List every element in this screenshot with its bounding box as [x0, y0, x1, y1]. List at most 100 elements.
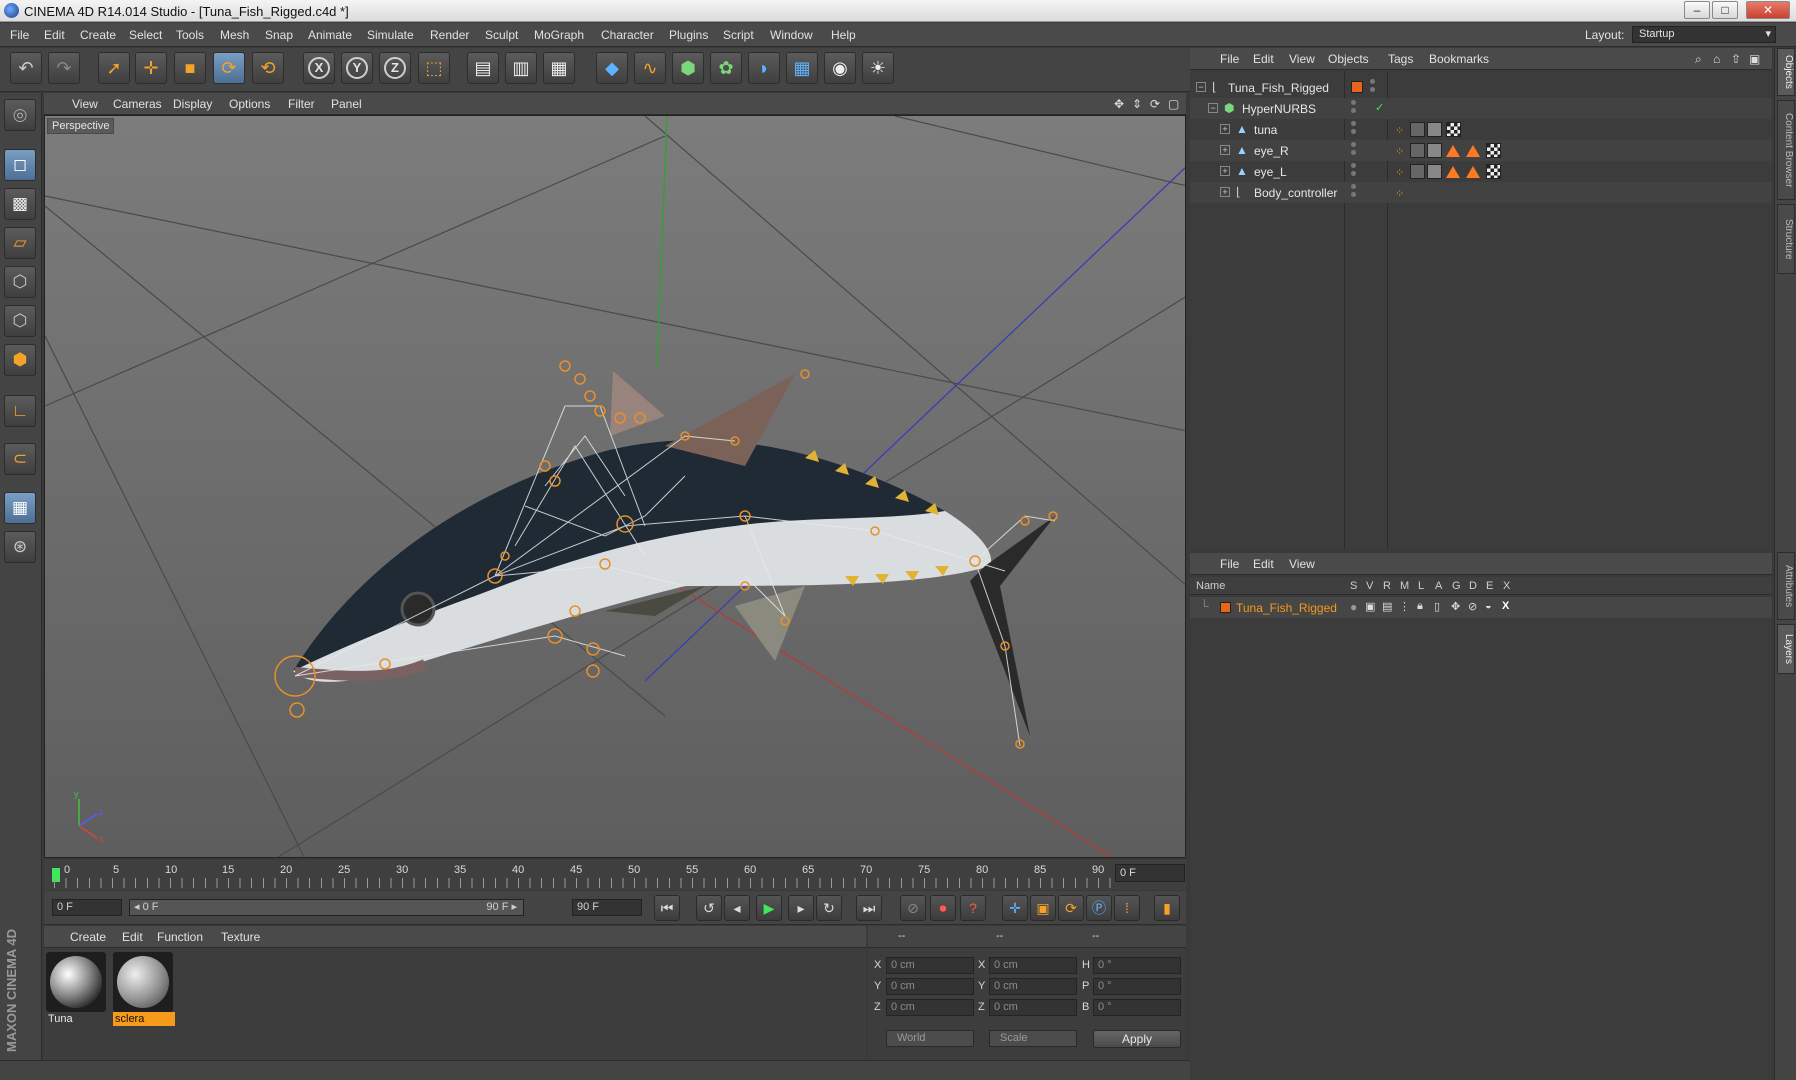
up-arrow-icon[interactable]: ⇧ [1731, 52, 1741, 66]
deformer-icon[interactable]: ◗ [748, 52, 780, 84]
viewport-zoom-icon[interactable]: ⇕ [1132, 97, 1142, 111]
go-to-start-icon[interactable]: ⏮ [654, 895, 680, 921]
menu-simulate[interactable]: Simulate [367, 28, 414, 42]
expand-toggle[interactable]: + [1220, 187, 1230, 197]
record-rotation-icon[interactable]: ⟳ [1058, 895, 1084, 921]
column-xref[interactable]: X [1503, 580, 1510, 592]
column-expressions[interactable]: E [1486, 580, 1493, 592]
om-menu-file[interactable]: File [1220, 52, 1239, 66]
menu-plugins[interactable]: Plugins [669, 28, 708, 42]
camera-icon[interactable]: ◉ [824, 52, 856, 84]
minimize-button[interactable]: – [1684, 1, 1710, 19]
phong-tag-icon[interactable] [1427, 164, 1442, 179]
expressions-icon[interactable]: ◒ [1485, 600, 1492, 612]
record-keys-icon[interactable]: ⊘ [900, 895, 926, 921]
points-mode-icon[interactable]: ⬡ [4, 266, 36, 298]
menu-render[interactable]: Render [430, 28, 469, 42]
layer-row[interactable]: └ Tuna_Fish_Rigged ● ▣ ▤ ⋮ 🔒︎ ▯ ✥ ⊘ ◒ X [1190, 597, 1772, 618]
manager-icon[interactable]: ⋮ [1399, 600, 1410, 613]
column-animation[interactable]: A [1435, 580, 1442, 592]
viewport-menu-display[interactable]: Display [173, 97, 212, 111]
collapse-toggle[interactable]: − [1208, 103, 1218, 113]
object-row[interactable]: + ▲ eye_R ⁘ [1190, 140, 1772, 161]
weight-tag-icon[interactable]: ⁘ [1395, 166, 1407, 179]
animation-icon[interactable]: ▯ [1434, 600, 1440, 613]
column-manager[interactable]: M [1400, 580, 1409, 592]
visibility-dots[interactable] [1351, 163, 1356, 179]
lm-menu-file[interactable]: File [1220, 557, 1239, 571]
skin-tag-icon[interactable] [1410, 164, 1425, 179]
deformers-icon[interactable]: ⊘ [1468, 600, 1477, 613]
tuna-model[interactable] [293, 371, 1055, 736]
visibility-dots[interactable] [1370, 79, 1375, 95]
render-settings-icon[interactable]: ▦ [543, 52, 575, 84]
rotation-b-field[interactable]: 0 ° [1093, 999, 1181, 1016]
move-icon[interactable]: ✛ [135, 52, 167, 84]
viewport-menu-panel[interactable]: Panel [331, 97, 362, 111]
axis-mode-icon[interactable]: ∟ [4, 395, 36, 427]
lm-menu-edit[interactable]: Edit [1253, 557, 1274, 571]
selection-tag-icon[interactable] [1446, 145, 1460, 157]
column-generators[interactable]: G [1452, 580, 1461, 592]
visibility-dots[interactable] [1351, 121, 1356, 137]
viewport-menu-filter[interactable]: Filter [288, 97, 315, 111]
menu-sculpt[interactable]: Sculpt [485, 28, 518, 42]
expand-toggle[interactable]: + [1220, 166, 1230, 176]
spline-pen-icon[interactable]: ∿ [634, 52, 666, 84]
visibility-dots[interactable] [1351, 142, 1356, 158]
object-row[interactable]: + ▲ eye_L ⁘ [1190, 161, 1772, 182]
live-selection-icon[interactable]: ➚ [98, 52, 130, 84]
keyframe-selection-icon[interactable]: ? [960, 895, 986, 921]
y-axis-lock-icon[interactable]: Y [341, 52, 373, 84]
phong-tag-icon[interactable] [1427, 143, 1442, 158]
tab-structure[interactable]: Structure [1777, 204, 1795, 274]
go-to-previous-key-icon[interactable]: ↺ [696, 895, 722, 921]
go-to-end-icon[interactable]: ⏭ [856, 895, 882, 921]
render-picture-viewer-icon[interactable]: ▥ [505, 52, 537, 84]
next-frame-icon[interactable]: ▸ [788, 895, 814, 921]
visibility-dots[interactable] [1351, 100, 1356, 116]
menu-character[interactable]: Character [601, 28, 654, 42]
viewport-menu-options[interactable]: Options [229, 97, 270, 111]
menu-tools[interactable]: Tools [176, 28, 204, 42]
position-z-field[interactable]: 0 cm [886, 999, 974, 1016]
model-mode-icon[interactable]: ◻ [4, 149, 36, 181]
view-icon[interactable]: ▣ [1365, 600, 1375, 613]
om-menu-bookmarks[interactable]: Bookmarks [1429, 52, 1489, 66]
object-row[interactable]: − ⬢ HyperNURBS ✓ [1190, 98, 1772, 119]
texture-tag-icon[interactable] [1486, 143, 1501, 158]
viewport-move-icon[interactable]: ✥ [1114, 97, 1124, 111]
maximize-button[interactable]: □ [1712, 1, 1738, 19]
material-menu-create[interactable]: Create [70, 930, 106, 944]
column-name[interactable]: Name [1196, 580, 1225, 592]
xref-icon[interactable]: X [1502, 600, 1509, 612]
object-row[interactable]: + ▲ tuna ⁘ [1190, 119, 1772, 140]
perspective-viewport[interactable]: y x z Perspective [44, 115, 1186, 858]
selection-tag-icon[interactable] [1466, 145, 1480, 157]
om-menu-tags[interactable]: Tags [1388, 52, 1413, 66]
menu-mesh[interactable]: Mesh [220, 28, 249, 42]
phong-tag-icon[interactable] [1427, 122, 1442, 137]
solo-icon[interactable]: ● [1350, 600, 1357, 614]
rotation-p-field[interactable]: 0 ° [1093, 978, 1181, 995]
position-x-field[interactable]: 0 cm [886, 957, 974, 974]
home-icon[interactable]: ⌂ [1713, 52, 1720, 66]
undo-icon[interactable]: ↶ [10, 52, 42, 84]
expand-toggle[interactable]: + [1220, 145, 1230, 155]
viewport-rotate-icon[interactable]: ⟳ [1150, 97, 1160, 111]
array-icon[interactable]: ✿ [710, 52, 742, 84]
snapping-icon[interactable]: ⊂ [4, 443, 36, 475]
record-scale-icon[interactable]: ▣ [1030, 895, 1056, 921]
search-icon[interactable]: ⌕ [1695, 52, 1702, 67]
rotation-h-field[interactable]: 0 ° [1093, 957, 1181, 974]
column-deformers[interactable]: D [1469, 580, 1477, 592]
tab-layers[interactable]: Layers [1777, 624, 1795, 674]
workplane-icon[interactable]: ▱ [4, 227, 36, 259]
cube-icon[interactable]: ◆ [596, 52, 628, 84]
coordinate-mode-dropdown[interactable]: World [886, 1030, 974, 1047]
layer-color-swatch[interactable] [1220, 602, 1231, 613]
selection-tag-icon[interactable] [1446, 166, 1460, 178]
end-frame-field[interactable]: 90 F [572, 899, 642, 916]
viewport-menu-view[interactable]: View [72, 97, 98, 111]
rotate-icon[interactable]: ⟳ [213, 52, 245, 84]
